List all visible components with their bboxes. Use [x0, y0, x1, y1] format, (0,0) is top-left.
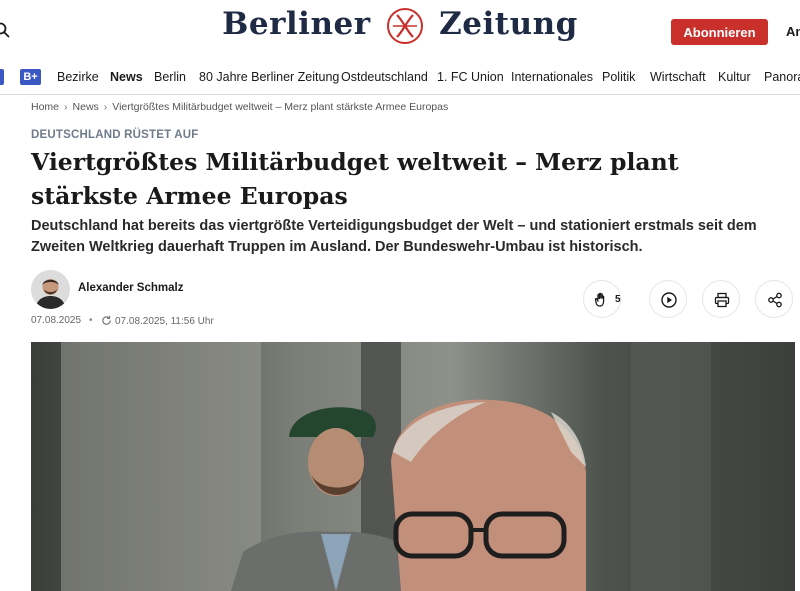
breadcrumb-current: Viertgrößtes Militärbudget weltweit – Me…: [112, 101, 449, 113]
nav-item-berlin[interactable]: Berlin: [154, 70, 186, 84]
plus-badge-icon[interactable]: B+: [20, 69, 41, 85]
author-avatar[interactable]: [31, 270, 70, 309]
meta-separator: •: [89, 315, 93, 326]
breadcrumb-separator-icon: ›: [103, 101, 108, 113]
play-icon: [661, 292, 677, 308]
nav-item-fc-union[interactable]: 1. FC Union: [437, 70, 504, 84]
hero-image[interactable]: [31, 342, 795, 591]
play-audio-button[interactable]: [649, 280, 687, 318]
clap-hand-icon: [594, 292, 605, 307]
nav-item-wirtschaft[interactable]: Wirtschaft: [650, 70, 706, 84]
print-button[interactable]: [702, 280, 740, 318]
logo-word-left: Berliner: [222, 6, 371, 42]
hero-photo-icon: [31, 342, 795, 591]
author-photo-icon: [31, 270, 70, 309]
nav-item-kultur[interactable]: Kultur: [718, 70, 751, 84]
subscribe-button[interactable]: Abonnieren: [671, 19, 768, 45]
clap-count: 5: [615, 294, 621, 305]
nav-item-internationales[interactable]: Internationales: [511, 70, 593, 84]
logo-word-right: Zeitung: [439, 6, 578, 42]
nav-menu-icon[interactable]: [0, 69, 4, 85]
nav-item-politik[interactable]: Politik: [602, 70, 635, 84]
article-lead: Deutschland hat bereits das viertgrößte …: [31, 218, 757, 255]
publish-date: 07.08.2025: [31, 315, 82, 326]
nav-item-80-jahre[interactable]: 80 Jahre Berliner Zeitung: [199, 70, 339, 84]
nav-item-news[interactable]: News: [110, 70, 143, 84]
logo-seal-icon: [386, 7, 423, 44]
nav-item-bezirke[interactable]: Bezirke: [57, 70, 99, 84]
login-link[interactable]: An: [786, 24, 800, 39]
main-nav: B+ Bezirke News Berlin 80 Jahre Berliner…: [0, 62, 800, 95]
site-header: Berliner Zeitung Abonnieren An: [0, 0, 800, 62]
article-headline: Viertgrößtes Militärbudget weltweit – Me…: [31, 148, 679, 210]
share-button[interactable]: [755, 280, 793, 318]
refresh-icon: [102, 315, 111, 325]
author-name[interactable]: Alexander Schmalz: [78, 282, 183, 294]
breadcrumb-separator-icon: ›: [64, 101, 68, 113]
update-time-text: 07.08.2025, 11:56 Uhr: [115, 316, 214, 327]
article-kicker: DEUTSCHLAND RÜSTET AUF: [31, 129, 199, 141]
breadcrumb: Home › News › Viertgrößtes Militärbudget wel…: [31, 101, 448, 113]
breadcrumb-home[interactable]: Home: [31, 101, 59, 113]
breadcrumb-news[interactable]: News: [73, 101, 99, 113]
update-timestamp: 07.08.2025, 11:56 Uhr: [101, 315, 214, 327]
nav-item-ostdeutschland[interactable]: Ostdeutschland: [341, 70, 428, 84]
print-icon: [714, 292, 730, 308]
share-icon: [768, 292, 782, 308]
nav-item-panorama[interactable]: Panora: [764, 70, 800, 84]
